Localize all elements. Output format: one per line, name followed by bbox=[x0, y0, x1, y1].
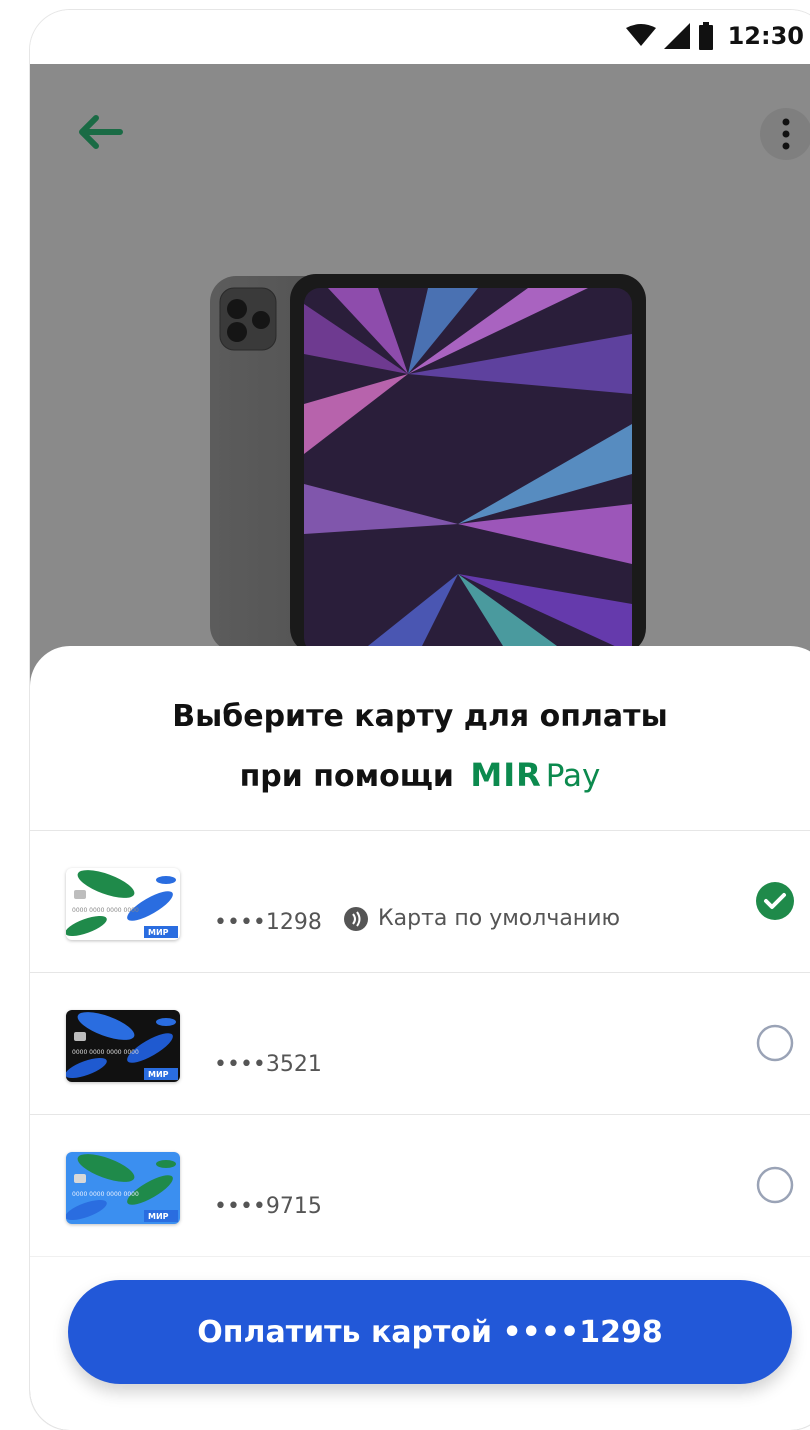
card-thumbnail: 0000 0000 0000 0000 МИР bbox=[66, 1010, 180, 1082]
default-card-label: Карта по умолчанию bbox=[378, 906, 621, 931]
status-bar: 12:30 bbox=[30, 10, 810, 64]
card-thumb-brand: МИР bbox=[148, 1212, 169, 1221]
sheet-title: Выберите карту для оплаты при помощи MIR… bbox=[30, 688, 810, 806]
default-card-badge: Карта по умолчанию bbox=[344, 906, 620, 931]
card-thumb-number: 0000 0000 0000 0000 bbox=[72, 1191, 139, 1198]
title-line-2: при помощи MIR Pay bbox=[30, 746, 810, 806]
button-fade bbox=[30, 1240, 810, 1280]
product-image-tablet bbox=[210, 274, 646, 654]
card-thumbnail-art: 0000 0000 0000 0000 МИР bbox=[66, 870, 178, 938]
title-line-1: Выберите карту для оплаты bbox=[172, 699, 668, 734]
card-row-9715[interactable]: 0000 0000 0000 0000 МИР ••••9715 bbox=[30, 1116, 810, 1256]
divider bbox=[30, 972, 810, 973]
card-number: ••••3521 bbox=[214, 1052, 322, 1077]
card-number: ••••1298 bbox=[214, 910, 322, 935]
more-vertical-icon bbox=[782, 118, 790, 150]
card-thumb-brand: МИР bbox=[148, 928, 169, 937]
wifi-icon bbox=[625, 24, 656, 46]
radio-selected[interactable] bbox=[756, 882, 794, 920]
status-time: 12:30 bbox=[727, 22, 804, 50]
pay-with-card-button[interactable]: Оплатить картой ••••1298 bbox=[68, 1280, 792, 1384]
divider bbox=[30, 1114, 810, 1115]
status-icons: 12:30 bbox=[625, 22, 804, 50]
card-thumbnail: 0000 0000 0000 0000 МИР bbox=[66, 1152, 180, 1224]
phone-screen: 12:30 Выберите карту для оплаты при помо… bbox=[30, 10, 810, 1430]
mir-logo: MIR bbox=[470, 756, 542, 794]
arrow-left-icon bbox=[79, 115, 123, 149]
more-menu-button[interactable] bbox=[760, 108, 810, 160]
card-row-1298[interactable]: 0000 0000 0000 0000 МИР ••••1298 Карта п… bbox=[30, 832, 810, 972]
card-row-3521[interactable]: 0000 0000 0000 0000 МИР ••••3521 bbox=[30, 974, 810, 1114]
battery-icon bbox=[698, 22, 713, 50]
divider bbox=[30, 830, 810, 831]
contactless-icon bbox=[344, 906, 368, 931]
radio-unselected[interactable] bbox=[756, 1024, 794, 1062]
card-thumb-number: 0000 0000 0000 0000 bbox=[72, 1049, 139, 1056]
card-thumb-brand: МИР bbox=[148, 1070, 169, 1079]
card-thumb-number: 0000 0000 0000 0000 bbox=[72, 907, 139, 914]
card-number: ••••9715 bbox=[214, 1194, 322, 1219]
card-thumbnail: 0000 0000 0000 0000 МИР bbox=[66, 868, 180, 940]
card-thumbnail-art: 0000 0000 0000 0000 МИР bbox=[66, 1154, 178, 1222]
back-button[interactable] bbox=[70, 102, 130, 162]
card-thumbnail-art: 0000 0000 0000 0000 МИР bbox=[66, 1012, 178, 1080]
pay-word: Pay bbox=[545, 758, 601, 794]
radio-unselected[interactable] bbox=[756, 1166, 794, 1204]
title-line-2-prefix: при помощи bbox=[239, 759, 454, 794]
signal-icon bbox=[663, 23, 690, 49]
